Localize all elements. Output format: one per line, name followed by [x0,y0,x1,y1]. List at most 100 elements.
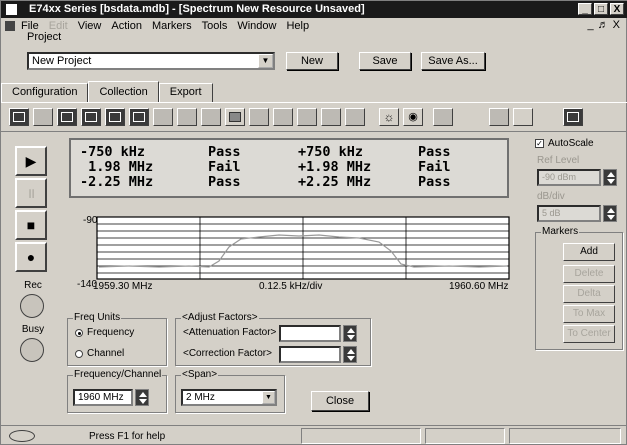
tab-collection[interactable]: Collection [88,81,159,102]
markers-title: Markers [541,226,580,237]
menu-bar: File Edit View Action Markers Tools Wind… [1,19,627,33]
x-left-label: 1959.30 MHz [93,281,153,292]
sun-icon[interactable]: ☼ [379,108,399,126]
disabled-tool-icon[interactable] [433,108,453,126]
document-tool-icon[interactable] [513,108,533,126]
frequency-channel-title: Frequency/Channel [73,369,163,380]
span-select[interactable]: 2 MHz ▼ [181,389,277,406]
project-label: Project [27,31,62,43]
frequency-stepper-icon[interactable] [135,389,149,406]
waterfall-icon[interactable] [81,108,101,126]
chevron-down-icon[interactable]: ▼ [262,391,275,404]
rec-label: Rec [24,280,42,291]
app-icon [6,4,17,15]
blank-tool-icon[interactable] [33,108,53,126]
menu-window[interactable]: Window [237,20,276,32]
frequency-field[interactable]: 1960 MHz [73,389,133,406]
result-offset: +2.25 MHz [298,174,372,190]
disabled-tool-icon[interactable] [321,108,341,126]
close-button[interactable]: X [610,3,624,15]
tab-configuration[interactable]: Configuration [1,83,89,102]
new-button[interactable]: New [286,52,338,70]
tab-export[interactable]: Export [158,83,213,102]
result-status: Pass [208,144,241,160]
ref-level-field[interactable]: -90 dBm [537,169,601,186]
result-status: Fail [208,159,241,175]
mdi-restore-button[interactable]: ♬ [598,19,609,31]
mask-results: -750 kHz Pass +750 kHz Pass 1.98 MHz Fai… [69,138,509,198]
spectrum-icon[interactable] [9,108,29,126]
overlay-icon[interactable] [57,108,77,126]
disabled-tool-icon[interactable] [489,108,509,126]
rec-indicator [20,294,44,318]
chevron-down-icon[interactable]: ▼ [258,54,273,68]
disabled-tool-icon[interactable] [177,108,197,126]
db-div-stepper-icon[interactable] [603,205,617,222]
disabled-tool-icon[interactable] [201,108,221,126]
correction-label: <Correction Factor> [183,348,272,359]
db-div-field[interactable]: 5 dB [537,205,601,222]
to-center-button[interactable]: To Center [563,325,615,343]
frequency-value: 1960 MHz [78,392,124,403]
status-text: Press F1 for help [89,431,166,442]
disabled-tool-icon[interactable] [249,108,269,126]
status-pane [509,428,621,444]
maximize-button[interactable]: □ [594,3,608,15]
mdi-controls: _ ♬ X [588,19,620,31]
disabled-tool-icon[interactable] [297,108,317,126]
radio-icon [75,349,83,358]
mdi-close-button[interactable]: X [613,19,620,31]
result-offset: +750 kHz [298,144,364,160]
attenuation-field[interactable] [279,325,341,342]
printer-icon[interactable] [225,108,245,126]
menu-view[interactable]: View [78,20,102,32]
channel-radio-label: Channel [87,348,125,359]
save-as-button[interactable]: Save As... [421,52,485,70]
menu-tools[interactable]: Tools [202,20,228,32]
result-offset: -2.25 MHz [80,174,154,190]
record-button[interactable]: ● [15,242,47,272]
disabled-tool-icon[interactable] [345,108,365,126]
spectrum-graph[interactable]: -90 -140 1959.30 MHz 0.12.5 kHz/div 1960… [69,209,519,301]
minimize-button[interactable]: _ [578,3,592,15]
project-select[interactable]: New Project ▼ [27,52,275,70]
scale-markers-panel: ✓ AutoScale Ref Level -90 dBm dB/div 5 d… [531,135,625,420]
correction-field[interactable] [279,346,341,363]
mdi-minimize-button[interactable]: _ [588,19,594,31]
to-max-button[interactable]: To Max [563,305,615,323]
connection-icon [9,430,35,442]
close-panel-button[interactable]: Close [311,391,369,411]
disabled-tool-icon[interactable] [273,108,293,126]
span-value: 2 MHz [186,392,215,403]
play-button[interactable]: ▶ [15,146,47,176]
menu-action[interactable]: Action [111,20,142,32]
delete-marker-button[interactable]: Delete [563,265,615,283]
monitor-icon[interactable] [105,108,125,126]
pause-button[interactable]: ॥ [15,178,47,208]
title-bar: E74xx Series [bsdata.mdb] - [Spectrum Ne… [1,1,627,18]
disabled-tool-icon[interactable] [153,108,173,126]
result-status: Fail [418,159,451,175]
capture-controls: ▶ ॥ ■ ● Rec Busy [7,138,59,418]
result-row: -750 kHz Pass +750 kHz Pass [80,145,507,160]
attenuation-stepper-icon[interactable] [343,325,357,342]
target-icon[interactable]: ◉ [403,108,423,126]
frequency-radio[interactable]: Frequency [75,327,134,338]
menu-markers[interactable]: Markers [152,20,192,32]
x-center-label: 0.12.5 kHz/div [259,281,323,292]
ref-level-stepper-icon[interactable] [603,169,617,186]
autoscale-checkbox[interactable]: ✓ AutoScale [535,138,594,149]
app-window: E74xx Series [bsdata.mdb] - [Spectrum Ne… [0,0,627,445]
save-button[interactable]: Save [359,52,411,70]
result-status: Pass [418,144,451,160]
span-title: <Span> [181,369,219,380]
delta-marker-button[interactable]: Delta [563,285,615,303]
channel-radio[interactable]: Channel [75,348,124,359]
correction-stepper-icon[interactable] [343,346,357,363]
stop-button[interactable]: ■ [15,210,47,240]
settings-display-icon[interactable] [563,108,583,126]
menu-help[interactable]: Help [286,20,309,32]
window-title: E74xx Series [bsdata.mdb] - [Spectrum Ne… [29,3,365,15]
display-icon[interactable] [129,108,149,126]
add-marker-button[interactable]: Add [563,243,615,261]
